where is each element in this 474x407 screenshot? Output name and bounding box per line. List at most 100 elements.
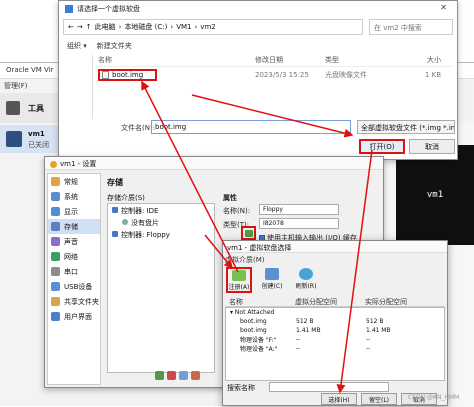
controller-icon — [112, 207, 118, 213]
file-type: 光盘映像文件 — [325, 71, 367, 79]
col-virtual-size[interactable]: 虚拟分配空间 — [295, 297, 365, 306]
media-cell-name: ▾ Not Attached — [230, 309, 275, 316]
settings-nav-label: 网络 — [64, 253, 78, 261]
storage-tree-label: 没有盘片 — [131, 219, 159, 227]
settings-nav-item[interactable]: 常规 — [48, 174, 100, 189]
cancel-button[interactable]: 取消 — [409, 139, 455, 154]
settings-sidebar: 常规系统 显示存储声音网络串口 USB设备 共享文件夹用户界面 — [47, 173, 101, 385]
media-row[interactable]: boot.img 512 B 512 B — [226, 317, 444, 326]
file-toolbar: 组织 ▾ 新建文件夹 — [63, 39, 453, 53]
column-date[interactable]: 修改日期 — [255, 55, 325, 66]
settings-nav-icon — [51, 297, 60, 306]
register-label: 注册(A) — [228, 284, 250, 291]
settings-nav-item[interactable]: 声音 — [48, 234, 100, 249]
breadcrumb-0[interactable]: 此电脑 — [95, 22, 116, 32]
storage-tree-item[interactable]: 没有盘片 — [108, 216, 214, 228]
attr-type-select[interactable]: I82078 — [259, 218, 339, 229]
refresh-button[interactable]: 刷新(R) — [293, 267, 319, 293]
settings-nav-label: 用户界面 — [64, 313, 92, 321]
file-dialog-title: 请选择一个虚拟软盘 — [59, 1, 457, 17]
media-table-header: 名称 虚拟分配空间 实际分配空间 — [225, 297, 445, 307]
open-button[interactable]: 打开(O) — [359, 139, 405, 154]
manager-menu-file[interactable]: 管理(F) — [0, 79, 60, 93]
media-row[interactable]: 物理设备 "A:" -- -- — [226, 344, 444, 353]
media-row[interactable]: boot.img 1.41 MB 1.41 MB — [226, 326, 444, 335]
selector-menu[interactable]: 虚拟介质(M) — [225, 255, 445, 265]
remove-controller-icon[interactable] — [167, 371, 176, 380]
window-close-icon[interactable]: ✕ — [440, 3, 453, 12]
organize-button[interactable]: 组织 ▾ — [67, 41, 87, 51]
filename-label: 文件名(N): — [121, 124, 156, 132]
media-row[interactable]: ▾ Not Attached — [226, 308, 444, 317]
breadcrumb-2[interactable]: VM1 — [176, 23, 191, 31]
vm-name: vm1 — [28, 130, 45, 138]
address-bar[interactable]: ← → ↑ 此电脑 › 本地磁盘 (C:) › VM1 › vm2 — [63, 19, 363, 35]
settings-nav-item[interactable]: 网络 — [48, 249, 100, 264]
controller-icon — [112, 231, 118, 237]
selector-title: vm1 - 虚拟软盘选择 — [223, 241, 447, 253]
column-type[interactable]: 类型 — [325, 55, 395, 66]
settings-nav-item[interactable]: 系统 — [48, 189, 100, 204]
tools-label: 工具 — [28, 104, 44, 113]
media-cell-actual: 1.41 MB — [366, 327, 391, 334]
attr-type-label: 类型(T): — [223, 221, 250, 229]
file-name-highlight[interactable]: boot.img — [98, 69, 158, 81]
filetype-select[interactable]: 全部虚拟软盘文件 (*.img *.ima — [357, 120, 455, 134]
filename-input[interactable]: boot.img — [151, 120, 351, 134]
up-icon[interactable]: ↑ — [86, 23, 92, 31]
create-button[interactable]: 创建(C) — [259, 267, 285, 293]
settings-nav-item[interactable]: 存储 — [48, 219, 100, 234]
section-title: 存储 — [107, 178, 123, 187]
settings-nav-item[interactable]: 共享文件夹 — [48, 294, 100, 309]
column-name[interactable]: 名称 — [95, 55, 255, 66]
col-actual-size[interactable]: 实际分配空间 — [365, 297, 435, 306]
search-name-input[interactable] — [269, 382, 389, 392]
register-button[interactable]: 注册(A) — [226, 267, 252, 293]
storage-tree-label: 控制器: IDE — [121, 207, 159, 215]
settings-nav-label: 串口 — [64, 268, 78, 276]
settings-nav-item[interactable]: 串口 — [48, 264, 100, 279]
settings-nav-label: 常规 — [64, 178, 78, 186]
storage-tree-item[interactable]: 控制器: IDE — [108, 204, 214, 216]
breadcrumb-sep-icon: › — [170, 23, 174, 31]
settings-nav-item[interactable]: 显示 — [48, 204, 100, 219]
settings-nav-icon — [51, 252, 60, 261]
new-folder-button[interactable]: 新建文件夹 — [97, 41, 132, 51]
tools-entry[interactable]: 工具 — [0, 93, 60, 123]
settings-nav-item[interactable]: 用户界面 — [48, 309, 100, 324]
remove-attachment-icon[interactable] — [191, 371, 200, 380]
settings-nav-label: 存储 — [64, 223, 78, 231]
navigation-pane[interactable] — [63, 55, 93, 119]
floppy-selector-dialog: vm1 - 虚拟软盘选择 虚拟介质(M) 注册(A) 创建(C) 刷新(R) 名… — [222, 240, 448, 406]
media-cell-name: boot.img — [240, 318, 267, 325]
forward-icon[interactable]: → — [77, 23, 83, 31]
vm-preview: vm1 — [396, 145, 474, 245]
breadcrumb-1[interactable]: 本地磁盘 (C:) — [124, 22, 167, 32]
vm-list-item-vm1[interactable]: vm1 已关闭 — [0, 125, 60, 153]
column-size[interactable]: 大小 — [395, 55, 453, 66]
media-cell-actual: -- — [366, 345, 371, 352]
back-icon[interactable]: ← — [68, 23, 74, 31]
settings-gear-icon — [50, 160, 57, 168]
settings-nav-item[interactable]: USB设备 — [48, 279, 100, 294]
choose-button[interactable]: 选择(H) — [321, 393, 357, 405]
add-controller-icon[interactable] — [155, 371, 164, 380]
settings-nav-icon — [51, 192, 60, 201]
attributes-label: 属性 — [223, 194, 237, 202]
settings-nav-label: 声音 — [64, 238, 78, 246]
search-input[interactable]: 在 vm2 中搜索 — [369, 19, 453, 35]
settings-nav-icon — [51, 222, 60, 231]
storage-action-icons — [155, 371, 200, 380]
storage-tree: 控制器: IDE 没有盘片 控制器: Floppy — [107, 203, 215, 373]
add-attachment-icon[interactable] — [179, 371, 188, 380]
media-row[interactable]: 物理设备 "F:" -- -- — [226, 335, 444, 344]
tools-icon — [6, 101, 20, 115]
watermark: CSDN @KN_HMM — [408, 394, 460, 401]
breadcrumb-3[interactable]: vm2 — [200, 23, 215, 31]
storage-media-label: 存储介质(S) — [107, 194, 145, 202]
attr-name-input[interactable]: Floppy — [259, 204, 339, 215]
col-name[interactable]: 名称 — [225, 297, 295, 306]
file-row[interactable]: boot.img 2023/5/3 15:25 光盘映像文件 1 KB — [95, 69, 453, 81]
storage-tree-item[interactable]: 控制器: Floppy — [108, 228, 214, 240]
leave-empty-button[interactable]: 留空(L) — [361, 393, 397, 405]
